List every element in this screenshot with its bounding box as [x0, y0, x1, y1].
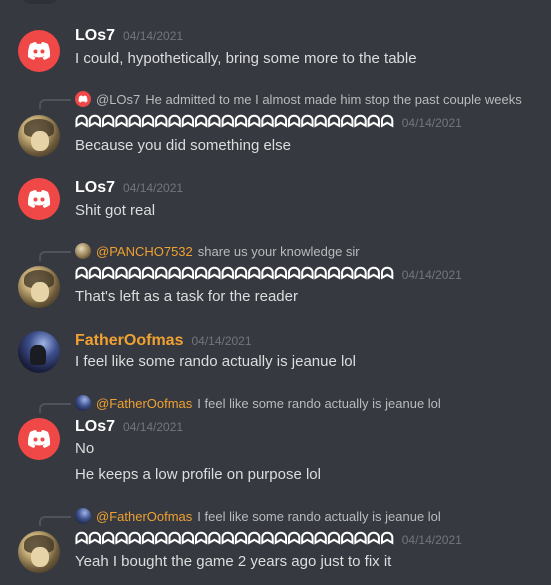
timestamp: 04/14/2021 [123, 420, 184, 434]
reply-connector [39, 99, 71, 109]
reply-author[interactable]: @FatherOofmas [96, 396, 192, 411]
message-text: That's left as a task for the reader [75, 288, 298, 305]
timestamp: 04/14/2021 [401, 268, 462, 282]
author-name[interactable]: LOs7 [75, 418, 115, 435]
timestamp: 04/14/2021 [191, 334, 252, 348]
message-text: He keeps a low profile on purpose lol [75, 466, 321, 483]
reply-avatar [75, 91, 91, 107]
message-text: No [75, 440, 95, 457]
reply-author[interactable]: @PANCHO7532 [96, 244, 193, 259]
message-text: Yeah I bought the game 2 years ago just … [75, 553, 392, 570]
author-name[interactable]: ᗣᗣᗣᗣᗣᗣᗣᗣᗣᗣᗣᗣᗣᗣᗣᗣᗣᗣᗣᗣᗣᗣᗣᗣ [75, 531, 394, 548]
cut-off-avatar [18, 0, 62, 4]
timestamp: 04/14/2021 [401, 533, 462, 547]
avatar[interactable] [18, 531, 60, 573]
reply-avatar [75, 508, 91, 524]
avatar[interactable] [18, 30, 60, 72]
avatar-face [31, 547, 49, 567]
avatar-face [31, 131, 49, 151]
avatar[interactable] [18, 178, 60, 220]
timestamp: 04/14/2021 [123, 29, 184, 43]
reply-connector [39, 251, 71, 261]
reply-avatar [75, 243, 91, 259]
reply-preview[interactable]: @FatherOofmas I feel like some rando act… [75, 395, 441, 411]
avatar[interactable] [18, 115, 60, 157]
avatar[interactable] [18, 331, 60, 373]
discord-logo-icon [27, 190, 51, 208]
author-name[interactable]: ᗣᗣᗣᗣᗣᗣᗣᗣᗣᗣᗣᗣᗣᗣᗣᗣᗣᗣᗣᗣᗣᗣᗣᗣ [75, 266, 394, 283]
author-name[interactable]: FatherOofmas [75, 332, 183, 349]
avatar[interactable] [18, 266, 60, 308]
timestamp: 04/14/2021 [401, 116, 462, 130]
message-text: I feel like some rando actually is jeanu… [75, 353, 356, 370]
reply-text: I feel like some rando actually is jeanu… [197, 395, 441, 411]
discord-logo-icon [78, 95, 88, 103]
reply-author[interactable]: @FatherOofmas [96, 509, 192, 524]
reply-text: He admitted to me I almost made him stop… [145, 91, 522, 107]
reply-preview[interactable]: @FatherOofmas I feel like some rando act… [75, 508, 441, 524]
discord-logo-icon [27, 42, 51, 60]
chat-messages: LOs7 04/14/2021 I could, hypothetically, … [0, 0, 551, 585]
author-name[interactable]: LOs7 [75, 179, 115, 196]
avatar-face [31, 282, 49, 302]
message-text: Shit got real [75, 202, 156, 219]
message-text: Because you did something else [75, 137, 291, 154]
avatar[interactable] [18, 418, 60, 460]
avatar-figure [30, 345, 46, 365]
reply-text: I feel like some rando actually is jeanu… [197, 508, 441, 524]
timestamp: 04/14/2021 [123, 181, 184, 195]
reply-preview[interactable]: @PANCHO7532 share us your knowledge sir [75, 243, 360, 259]
reply-text: share us your knowledge sir [197, 243, 360, 259]
reply-connector [39, 403, 71, 413]
author-name[interactable]: LOs7 [75, 27, 115, 44]
discord-logo-icon [27, 430, 51, 448]
message-text: I could, hypothetically, bring some more… [75, 50, 417, 67]
reply-author[interactable]: @LOs7 [96, 92, 140, 107]
reply-preview[interactable]: @LOs7 He admitted to me I almost made hi… [75, 91, 522, 107]
reply-avatar [75, 395, 91, 411]
author-name[interactable]: ᗣᗣᗣᗣᗣᗣᗣᗣᗣᗣᗣᗣᗣᗣᗣᗣᗣᗣᗣᗣᗣᗣᗣᗣ [75, 114, 394, 131]
reply-connector [39, 516, 71, 526]
